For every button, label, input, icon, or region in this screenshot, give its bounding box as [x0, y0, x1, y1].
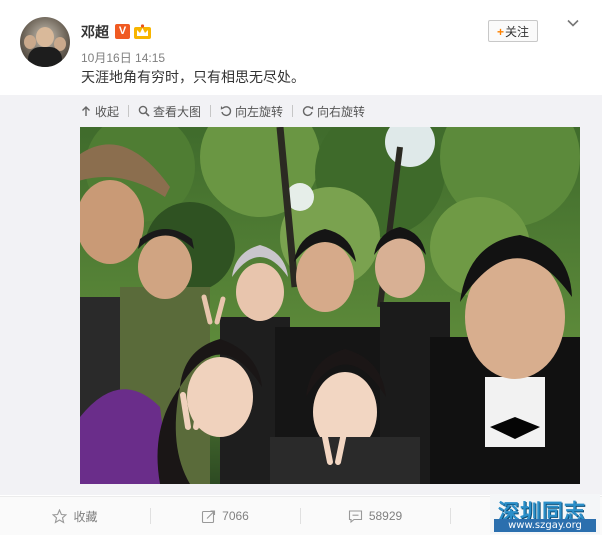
view-large-label: 查看大图	[153, 104, 202, 119]
follow-label: 关注	[505, 25, 530, 39]
site-watermark: 深圳同志 www.szgay.org	[490, 494, 600, 534]
toolbar-divider	[128, 105, 130, 117]
post-timestamp[interactable]: 10月16日 14:15	[81, 49, 165, 66]
chevron-down-icon[interactable]	[566, 16, 580, 30]
star-icon	[52, 508, 68, 524]
group-selfie-image	[80, 127, 580, 484]
rotate-left-button[interactable]: 向左旋转	[220, 103, 283, 120]
favorite-button[interactable]: 收藏	[0, 497, 150, 535]
magnifier-icon	[138, 105, 150, 117]
watermark-url: www.szgay.org	[494, 519, 596, 532]
post-photo[interactable]	[80, 127, 580, 484]
rotate-left-label: 向左旋转	[235, 104, 284, 119]
toolbar-divider	[292, 105, 294, 117]
collapse-button[interactable]: 收起	[80, 103, 119, 120]
comment-icon	[348, 509, 362, 523]
repost-count: 7066	[222, 509, 249, 523]
collapse-label: 收起	[95, 104, 120, 119]
comment-button[interactable]: 58929	[300, 497, 450, 535]
repost-button[interactable]: 7066	[150, 497, 300, 535]
weibo-post-card: 邓超 V 10月16日 14:15 天涯地角有穷时，只有相思无尽处。 +关注 收…	[0, 0, 602, 538]
favorite-label: 收藏	[73, 509, 98, 524]
follow-button[interactable]: +关注	[488, 20, 538, 42]
post-text: 天涯地角有穷时，只有相思无尽处。	[81, 69, 305, 85]
verified-v-badge[interactable]: V	[115, 24, 130, 39]
rotate-right-label: 向右旋转	[317, 104, 366, 119]
user-avatar[interactable]	[20, 17, 70, 67]
toolbar-divider	[210, 105, 212, 117]
media-toolbar: 收起 查看大图 向左旋转 向右旋转	[80, 102, 365, 120]
repost-icon	[202, 509, 216, 523]
username[interactable]: 邓超	[81, 22, 109, 42]
plus-icon: +	[496, 25, 504, 39]
member-crown-icon[interactable]	[134, 24, 151, 39]
view-large-button[interactable]: 查看大图	[138, 103, 201, 120]
comment-count: 58929	[368, 509, 403, 523]
arrow-up-icon	[82, 106, 90, 116]
rotate-left-icon	[220, 106, 232, 117]
rotate-right-button[interactable]: 向右旋转	[302, 103, 365, 120]
rotate-right-icon	[302, 106, 314, 117]
